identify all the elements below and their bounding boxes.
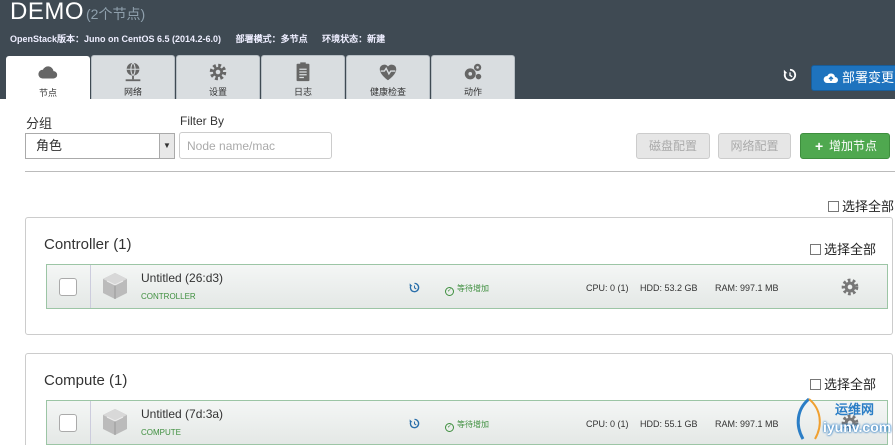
cloud-icon: [38, 66, 58, 79]
divider: [90, 401, 91, 444]
add-nodes-button[interactable]: + 增加节点: [800, 133, 890, 159]
node-cpu: CPU: 0 (1): [586, 419, 629, 429]
tab-label: 健康检查: [369, 87, 406, 97]
openstack-version: OpenStack版本：Juno on CentOS 6.5 (2014.2-6…: [10, 34, 222, 44]
select-all-label: 选择全部: [824, 242, 877, 257]
watermark-logo: 运维网 iyunv.com: [787, 395, 895, 445]
tab-label: 设置: [208, 87, 227, 97]
tab-nodes[interactable]: 节点: [6, 56, 90, 100]
group-title: Compute (1): [44, 372, 128, 389]
status-text: 等待增加: [457, 284, 489, 293]
tab-label: 日志: [293, 87, 312, 97]
node-row[interactable]: Untitled (26:d3) CONTROLLER ✓ 等待增加 CPU: 0…: [46, 264, 888, 309]
tab-label: 节点: [38, 88, 57, 98]
select-all-nodes[interactable]: 选择全部: [828, 196, 894, 215]
deploy-changes-button[interactable]: 部署变更: [811, 65, 895, 91]
check-circle-icon: ✓: [445, 287, 454, 296]
node-status: ✓ 等待增加: [445, 283, 489, 296]
history-icon[interactable]: [780, 68, 800, 88]
history-icon[interactable]: [409, 282, 420, 296]
tab-label: 动作: [463, 87, 482, 97]
disk-config-button[interactable]: 磁盘配置: [636, 133, 710, 159]
watermark-url: iyunv.com: [823, 419, 892, 435]
chevron-down-icon[interactable]: ▼: [159, 134, 174, 158]
select-all-group[interactable]: 选择全部: [810, 374, 876, 393]
deploy-label: 部署变更: [842, 70, 895, 85]
checkbox[interactable]: [828, 201, 839, 212]
node-cpu: CPU: 0 (1): [586, 283, 629, 293]
network-config-button[interactable]: 网络配置: [718, 133, 791, 159]
environment-status: 环境状态：新建: [322, 34, 386, 44]
node-name[interactable]: Untitled (7d:3a): [141, 407, 223, 421]
group-by-label: 分组: [26, 116, 53, 131]
node-ram: RAM: 997.1 MB: [715, 283, 779, 293]
node-role: CONTROLLER: [141, 292, 196, 301]
check-circle-icon: ✓: [445, 423, 454, 432]
cogs-icon: [464, 63, 482, 80]
gear-icon[interactable]: [840, 277, 860, 297]
status-text: 等待增加: [457, 420, 489, 429]
node-checkbox[interactable]: [59, 414, 77, 432]
tab-settings[interactable]: 设置: [176, 55, 260, 99]
group-by-select[interactable]: 角色 ▼: [25, 133, 175, 159]
node-hdd: HDD: 53.2 GB: [640, 283, 698, 293]
checkbox[interactable]: [810, 244, 821, 255]
watermark-text: 运维网: [835, 402, 875, 417]
node-group-compute: Compute (1) 选择全部 Untitled (7d:3a) COMPUT…: [25, 353, 893, 445]
node-role: COMPUTE: [141, 428, 181, 437]
tab-logs[interactable]: 日志: [261, 55, 345, 99]
environment-node-count: (2个节点): [86, 6, 146, 22]
node-status: ✓ 等待增加: [445, 419, 489, 432]
divider: [90, 265, 91, 308]
select-all-label: 选择全部: [842, 199, 895, 214]
group-title: Controller (1): [44, 236, 132, 253]
checkbox[interactable]: [810, 379, 821, 390]
network-icon: [125, 62, 141, 82]
server-box-icon: [103, 273, 127, 299]
environment-name: DEMO: [10, 0, 84, 25]
filter-by-label: Filter By: [180, 114, 225, 128]
tab-actions[interactable]: 动作: [431, 55, 515, 99]
add-nodes-label: 增加节点: [829, 139, 878, 153]
clipboard-icon: [296, 62, 310, 82]
node-row[interactable]: Untitled (7d:3a) COMPUTE ✓ 等待增加 CPU: 0 (1…: [46, 400, 888, 445]
tab-label: 网络: [123, 87, 142, 97]
environment-info: OpenStack版本：Juno on CentOS 6.5 (2014.2-6…: [10, 32, 397, 45]
environment-header: DEMO (2个节点) OpenStack版本：Juno on CentOS 6…: [0, 0, 895, 100]
tab-network[interactable]: 网络: [91, 55, 175, 99]
group-by-value: 角色: [36, 138, 63, 153]
select-all-group[interactable]: 选择全部: [810, 239, 876, 258]
server-box-icon: [103, 409, 127, 435]
node-name[interactable]: Untitled (26:d3): [141, 271, 223, 285]
heart-pulse-icon: [379, 64, 397, 81]
deployment-mode: 部署模式：多节点: [235, 34, 308, 44]
gear-icon: [209, 63, 227, 81]
plus-icon: +: [815, 138, 824, 154]
history-icon[interactable]: [409, 418, 420, 432]
filter-input[interactable]: [179, 132, 332, 159]
tab-health-check[interactable]: 健康检查: [346, 55, 430, 99]
node-ram: RAM: 997.1 MB: [715, 419, 779, 429]
select-all-label: 选择全部: [824, 377, 877, 392]
cloud-upload-icon: [823, 73, 838, 83]
node-group-controller: Controller (1) 选择全部 Untitled (26:d3) CON…: [25, 217, 893, 335]
node-hdd: HDD: 55.1 GB: [640, 419, 698, 429]
divider: [25, 171, 895, 172]
node-checkbox[interactable]: [59, 278, 77, 296]
